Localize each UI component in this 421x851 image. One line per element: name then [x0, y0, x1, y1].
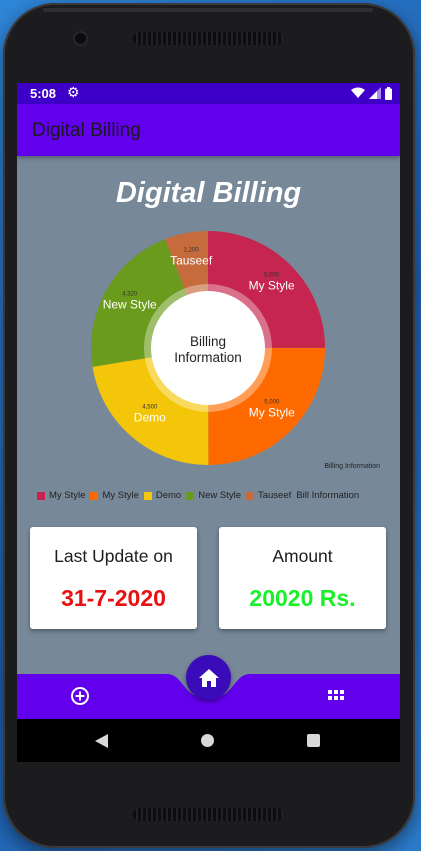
- legend-swatch: [37, 491, 45, 500]
- amount-value: 20020 Rs.: [249, 585, 356, 611]
- chart-description: Billing Information: [324, 463, 380, 470]
- legend-item: Tauseef: [245, 490, 292, 501]
- slice-name-label: My Style: [249, 278, 295, 292]
- legend-label: Demo: [155, 490, 182, 501]
- amount-card: Amount 20020 Rs.: [219, 527, 386, 629]
- slice-name-label: Demo: [134, 411, 166, 425]
- last-update-title: Last Update on: [54, 546, 173, 566]
- legend-item: New Style: [186, 490, 241, 501]
- home-icon: [198, 668, 219, 687]
- last-update-card: Last Update on 31-7-2020: [30, 527, 197, 629]
- billing-donut-chart[interactable]: Billing Information 5,000My Style5,000My…: [17, 83, 400, 483]
- legend-label: Tauseef: [257, 490, 292, 501]
- legend-swatch: [186, 491, 195, 500]
- front-camera: [75, 33, 86, 44]
- last-update-value: 31-7-2020: [61, 585, 166, 611]
- legend-label: New Style: [198, 490, 241, 501]
- legend-label: My Style: [102, 490, 139, 501]
- system-nav-bar: [17, 719, 400, 762]
- slice-name-label: New Style: [103, 298, 157, 312]
- recents-square-icon[interactable]: [307, 734, 320, 747]
- phone-edge: [43, 8, 373, 12]
- legend-dataset-label: Bill Information: [296, 490, 360, 501]
- legend-label: My Style: [49, 490, 86, 501]
- legend-item: Demo: [143, 490, 182, 501]
- slice-name-label: My Style: [249, 405, 295, 419]
- legend-item: My Style: [37, 490, 85, 501]
- back-icon[interactable]: [95, 734, 108, 748]
- app-screen: 5:08 ⚙ Digital Billing Digital Billing B…: [17, 83, 400, 762]
- home-circle-icon[interactable]: [201, 734, 214, 747]
- legend-swatch: [90, 491, 99, 500]
- legend-swatch: [143, 491, 152, 500]
- grid-icon[interactable]: [328, 688, 344, 704]
- bottom-speaker: [133, 808, 283, 821]
- amount-title: Amount: [272, 546, 333, 566]
- earpiece-speaker: [133, 32, 283, 45]
- chart-center-label-1: Billing: [190, 334, 226, 349]
- slice-name-label: Tauseef: [170, 254, 213, 268]
- legend-swatch: [245, 491, 254, 500]
- chart-legend: My Style My Style Demo New Style Tauseef Bil…: [37, 490, 359, 501]
- legend-item: My Style: [90, 490, 139, 501]
- chart-center-label-2: Information: [174, 350, 242, 365]
- home-fab-button[interactable]: [186, 655, 231, 700]
- add-circle-icon[interactable]: [70, 686, 90, 706]
